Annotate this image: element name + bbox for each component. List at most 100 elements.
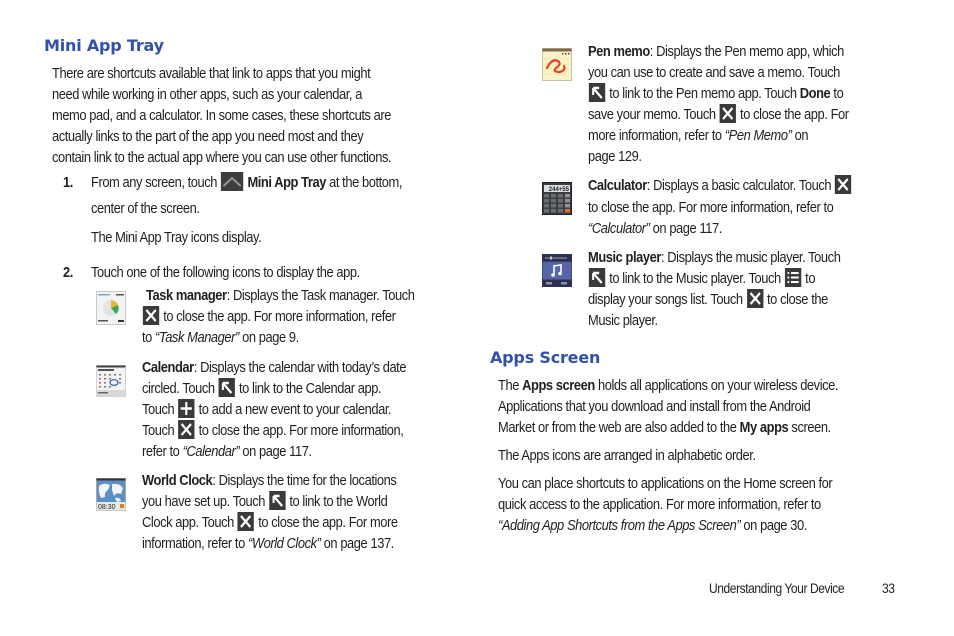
calendar-line2: circled. Touch to link to the Calendar a…: [142, 378, 382, 399]
world-clock-line1: World Clock: Displays the time for the l…: [142, 470, 397, 491]
calendar-title: Calendar: [142, 359, 194, 376]
description-text: save your memo. Touch: [588, 106, 716, 123]
calculator-line2: to close the app. For more information, …: [588, 199, 834, 216]
description-text: to close the app. For more information, …: [163, 308, 396, 325]
description-text: refer to: [142, 443, 180, 460]
description-text: : Displays the Task manager. Touch: [226, 287, 415, 304]
description-text: Touch: [142, 401, 175, 418]
calculator-line1: Calculator: Displays a basic calculator.…: [588, 175, 852, 196]
description-text: on page 9.: [242, 329, 299, 346]
description-text: to link to the World: [289, 493, 388, 510]
link-arrow-icon: [218, 378, 235, 397]
step-text-line2: center of the screen.: [91, 200, 200, 217]
step-result: The Mini App Tray icons display.: [91, 229, 262, 246]
description-text: to: [805, 270, 816, 287]
description-text: on: [794, 127, 809, 144]
apps-p1-line1: The Apps screen holds all applications o…: [498, 375, 838, 396]
apps-p1-line2: Applications that you download and insta…: [498, 398, 811, 415]
pen-memo-line6: page 129.: [588, 148, 642, 165]
description-text: on page 137.: [323, 535, 395, 552]
pen-memo-line3: to link to the Pen memo app. Touch Done …: [588, 83, 844, 104]
cross-reference-link[interactable]: “Calculator”: [588, 220, 650, 237]
pen-memo-line4: save your memo. Touch to close the app. …: [588, 104, 849, 125]
description-text: to add a new event to your calendar.: [198, 401, 392, 418]
step-number: 1.: [63, 174, 73, 191]
calendar-line1: Calendar: Displays the calendar with tod…: [142, 357, 407, 378]
description-text: to: [142, 329, 152, 346]
calculator-line3: “Calculator” on page 117.: [588, 218, 722, 239]
description-text: to link to the Calendar app.: [238, 380, 382, 397]
link-arrow-icon: [588, 268, 606, 287]
description-text: to link to the Music player. Touch: [609, 270, 781, 287]
description-text: Clock app. Touch: [142, 514, 234, 531]
description-text: more information, refer to: [588, 127, 722, 144]
body-text: on page 30.: [743, 517, 807, 534]
intro-line: memo pad, and a calculator. In some case…: [52, 107, 392, 124]
world-clock-line2: you have set up. Touch to link to the Wo…: [142, 491, 388, 512]
task-manager-line1: Task manager: Displays the Task manager.…: [146, 285, 415, 306]
step-number: 2.: [63, 264, 73, 281]
page-number: 33: [882, 580, 895, 596]
pen-memo-line2: you can use to create and save a memo. T…: [588, 64, 840, 81]
description-text: : Displays the music player. Touch: [660, 249, 841, 266]
cross-reference-link[interactable]: “World Clock”: [248, 535, 321, 552]
description-text: to close the app. For: [740, 106, 849, 123]
cross-reference-link[interactable]: “Calendar”: [183, 443, 240, 460]
link-arrow-icon: [588, 83, 606, 102]
music-player-thumbnail-icon: [542, 254, 572, 288]
body-text: screen.: [791, 419, 831, 436]
description-text: on page 117.: [652, 220, 723, 237]
section-heading-mini-app-tray: Mini App Tray: [44, 36, 164, 55]
link-arrow-icon: [268, 491, 286, 510]
description-text: circled. Touch: [142, 380, 215, 397]
calculator-thumbnail-icon: 244+55: [542, 182, 572, 216]
description-text: to link to the Pen memo app. Touch: [609, 85, 797, 102]
body-text: Market or from the web are also added to…: [498, 419, 737, 436]
music-player-title: Music player: [588, 249, 661, 266]
plus-icon: [178, 399, 195, 418]
description-text: : Displays the Pen memo app, which: [649, 43, 844, 60]
intro-line: contain link to the actual app where you…: [52, 149, 392, 166]
apps-p2: The Apps icons are arranged in alphabeti…: [498, 447, 756, 464]
pen-memo-thumbnail-icon: [542, 48, 572, 82]
world-clock-thumbnail-icon: 08:30: [96, 478, 126, 512]
description-text: information, refer to: [142, 535, 245, 552]
task-manager-thumbnail-icon: [96, 291, 126, 325]
intro-line: need while working in other apps, such a…: [52, 86, 362, 103]
description-text: you have set up. Touch: [142, 493, 265, 510]
close-icon: [237, 512, 255, 531]
pen-memo-title: Pen memo: [588, 43, 650, 60]
description-text: : Displays the time for the locations: [212, 472, 397, 489]
world-clock-line4: information, refer to “World Clock” on p…: [142, 533, 394, 554]
description-text: to close the: [767, 291, 828, 308]
description-text: Touch: [142, 422, 175, 439]
mini-app-tray-label: Mini App Tray: [247, 174, 326, 191]
apps-p1-line3: Market or from the web are also added to…: [498, 417, 831, 438]
description-text: to: [833, 85, 844, 102]
close-icon: [719, 104, 737, 123]
body-text: The: [498, 377, 519, 394]
description-text: : Displays a basic calculator. Touch: [646, 177, 832, 194]
my-apps-label: My apps: [739, 419, 789, 436]
pen-memo-line1: Pen memo: Displays the Pen memo app, whi…: [588, 41, 844, 62]
task-manager-title: Task manager: [146, 287, 227, 304]
cross-reference-link[interactable]: “Pen Memo”: [725, 127, 792, 144]
svg-text:244+55: 244+55: [549, 187, 570, 193]
music-player-line3: display your songs list. Touch to close …: [588, 289, 828, 310]
footer-section-title: Understanding Your Device: [709, 580, 845, 596]
intro-line: actually links to the part of the app yo…: [52, 128, 364, 145]
apps-screen-label: Apps screen: [522, 377, 595, 394]
cross-reference-link[interactable]: “Adding App Shortcuts from the Apps Scre…: [498, 517, 741, 534]
description-text: display your songs list. Touch: [588, 291, 743, 308]
step-text-pre: From any screen, touch: [91, 174, 218, 191]
close-icon: [835, 175, 852, 194]
world-clock-title: World Clock: [142, 472, 213, 489]
mini-app-tray-chevron-up-icon: [221, 172, 244, 191]
music-player-line2: to link to the Music player. Touch to: [588, 268, 815, 289]
step-text: Touch one of the following icons to disp…: [91, 264, 360, 281]
description-text: to close the app. For more: [258, 514, 398, 531]
pen-memo-line5: more information, refer to “Pen Memo” on: [588, 125, 809, 146]
description-text: : Displays the calendar with today’s dat…: [193, 359, 407, 376]
section-heading-apps-screen: Apps Screen: [490, 348, 601, 367]
cross-reference-link[interactable]: “Task Manager”: [155, 329, 239, 346]
